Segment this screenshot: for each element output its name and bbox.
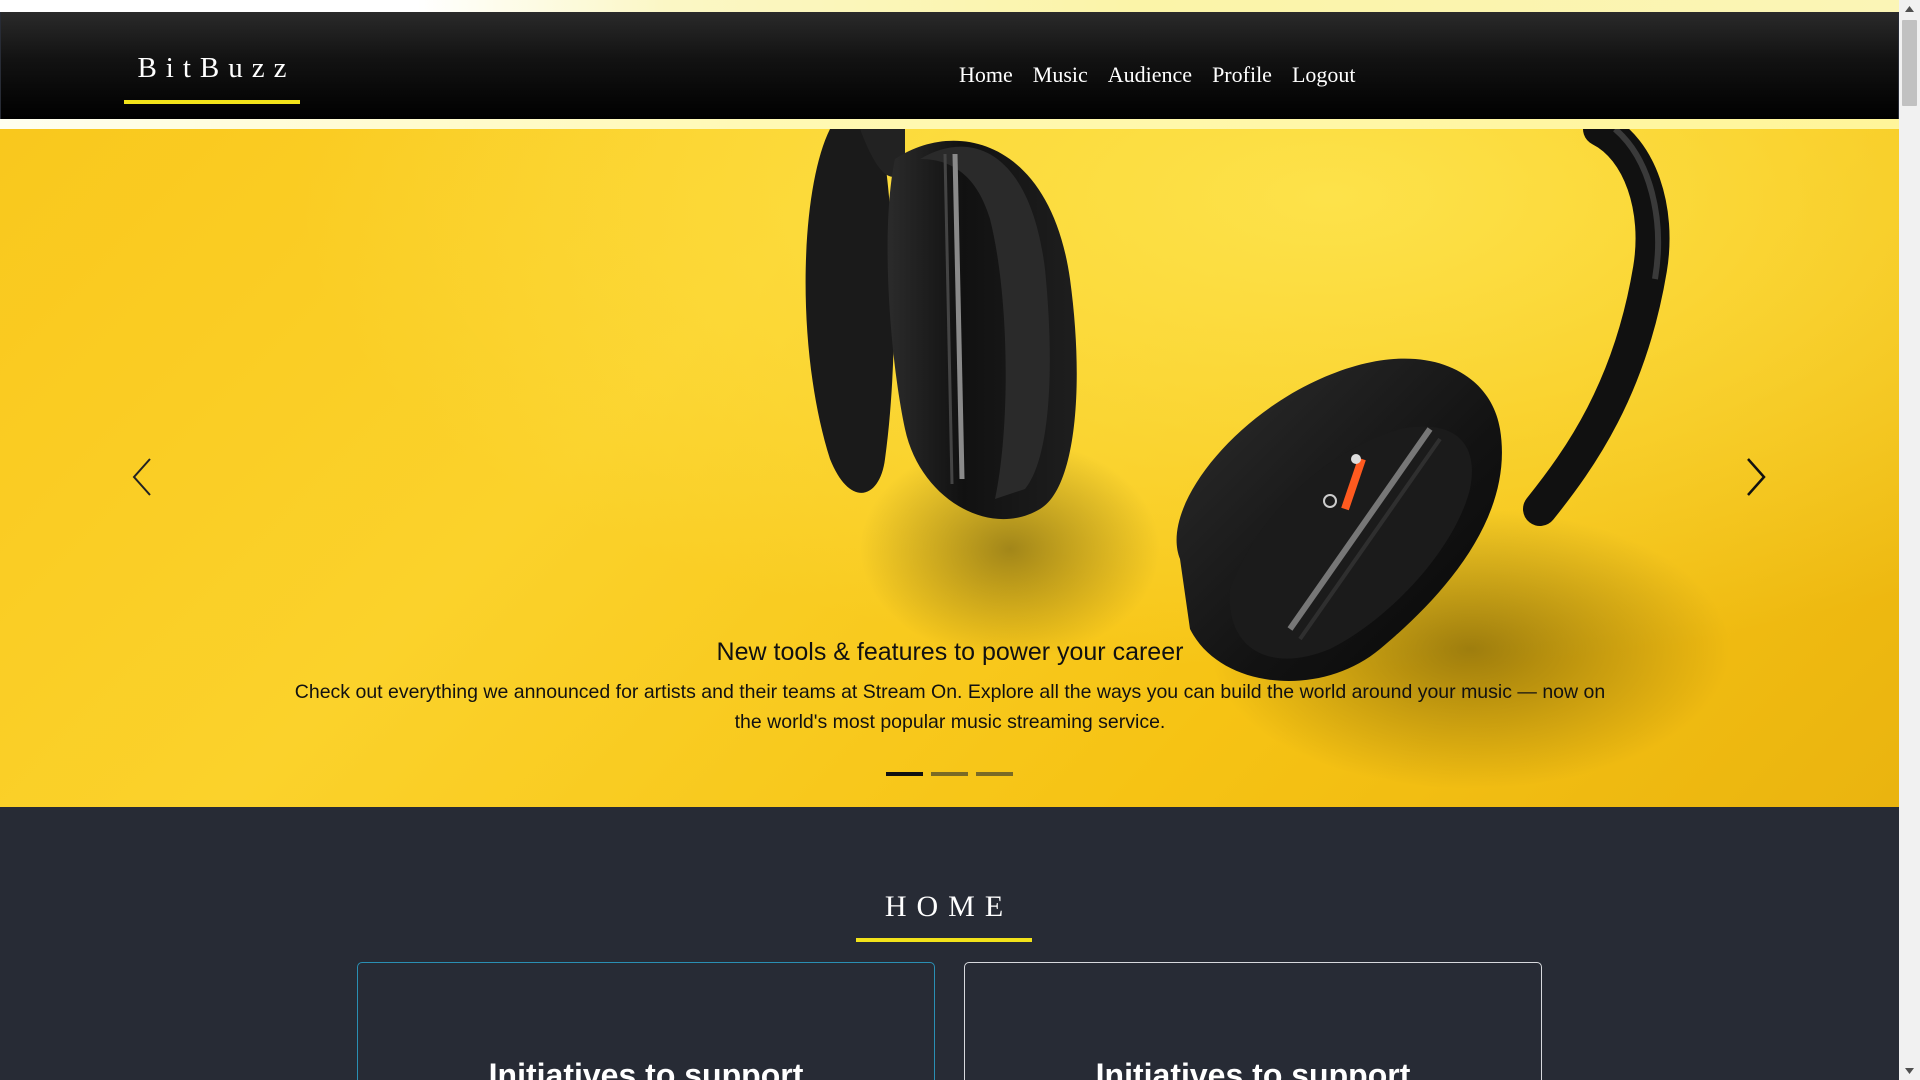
nav-divider xyxy=(0,119,1899,129)
nav-item-music[interactable]: Music xyxy=(1023,62,1098,88)
caption-title: New tools & features to power your caree… xyxy=(716,638,1184,666)
carousel-caption: New tools & features to power your caree… xyxy=(260,638,1640,737)
card-title: Initiatives to support xyxy=(488,1057,804,1080)
scroll-down-button[interactable] xyxy=(1899,1062,1920,1080)
card-title: Initiatives to support xyxy=(1095,1057,1411,1080)
scrollbar-thumb[interactable] xyxy=(1902,20,1917,106)
carousel-next-button[interactable] xyxy=(1736,447,1776,507)
section-title: HOME xyxy=(856,887,1032,942)
chevron-left-icon xyxy=(132,458,151,496)
triangle-up-icon xyxy=(1905,6,1914,12)
chevron-right-icon xyxy=(1747,458,1766,496)
page-viewport: BitBuzz Home Music Audience Profile Logo… xyxy=(0,0,1899,1080)
top-strip xyxy=(0,0,1899,12)
nav-item-home[interactable]: Home xyxy=(949,62,1023,88)
nav-item-audience[interactable]: Audience xyxy=(1098,62,1202,88)
page-scrollbar[interactable] xyxy=(1899,0,1920,1080)
nav-menu: Home Music Audience Profile Logout xyxy=(949,62,1366,88)
nav-item-logout[interactable]: Logout xyxy=(1282,62,1366,88)
navbar: BitBuzz Home Music Audience Profile Logo… xyxy=(1,12,1898,119)
feature-card[interactable]: Initiatives to support xyxy=(964,962,1542,1080)
brand-logo[interactable]: BitBuzz xyxy=(124,38,300,104)
nav-item-profile[interactable]: Profile xyxy=(1202,62,1282,88)
carousel-indicator-2[interactable] xyxy=(931,772,968,776)
carousel-indicator-3[interactable] xyxy=(976,772,1013,776)
carousel-indicators xyxy=(886,772,1013,776)
carousel-indicator-1[interactable] xyxy=(886,772,923,776)
feature-card[interactable]: Initiatives to support xyxy=(357,962,935,1080)
carousel-prev-button[interactable] xyxy=(122,447,162,507)
caption-text: Check out everything we announced for ar… xyxy=(294,681,1606,733)
scroll-up-button[interactable] xyxy=(1899,0,1920,18)
hero-carousel: New tools & features to power your caree… xyxy=(0,129,1899,807)
brand-name: BitBuzz xyxy=(137,52,296,84)
section-title-text: HOME xyxy=(884,890,1014,923)
triangle-down-icon xyxy=(1905,1068,1914,1074)
